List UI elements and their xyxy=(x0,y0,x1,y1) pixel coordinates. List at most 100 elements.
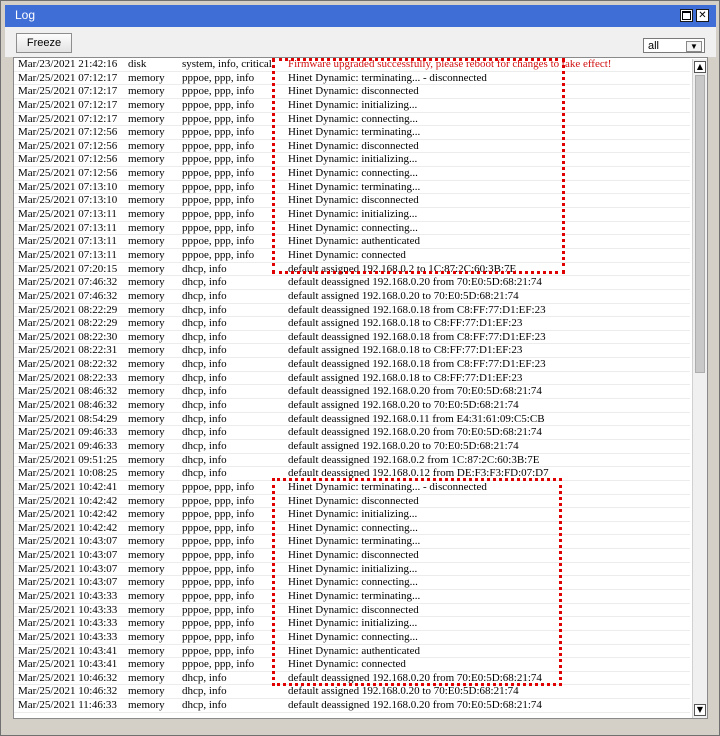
log-row[interactable]: Mar/25/2021 10:43:33 memory pppoe, ppp, in… xyxy=(14,617,690,631)
log-row[interactable]: Mar/25/2021 08:54:29 memory dhcp, info defa… xyxy=(14,413,690,427)
log-row[interactable]: Mar/25/2021 07:13:10 memory pppoe, ppp, in… xyxy=(14,194,690,209)
log-row[interactable]: Mar/25/2021 10:43:07 memory pppoe, ppp, in… xyxy=(14,576,690,590)
log-row[interactable]: Mar/25/2021 10:42:41 memory pppoe, ppp, in… xyxy=(14,481,690,495)
log-row[interactable]: Mar/25/2021 07:20:15 memory dhcp, info defa… xyxy=(14,263,690,277)
log-buffer: memory xyxy=(128,71,165,84)
log-buffer: memory xyxy=(128,208,165,221)
log-buffer: memory xyxy=(128,303,165,316)
log-buffer: memory xyxy=(128,330,165,343)
log-row[interactable]: Mar/25/2021 07:46:32 memory dhcp, info defa… xyxy=(14,276,690,290)
log-row[interactable]: Mar/25/2021 10:43:07 memory pppoe, ppp, in… xyxy=(14,535,690,550)
log-row[interactable]: Mar/25/2021 07:12:17 memory pppoe, ppp, in… xyxy=(14,72,690,86)
log-row[interactable]: Mar/25/2021 07:13:10 memory pppoe, ppp, in… xyxy=(14,181,690,195)
log-row[interactable]: Mar/25/2021 10:42:42 memory pppoe, ppp, in… xyxy=(14,495,690,509)
scroll-down-button[interactable]: ▼ xyxy=(694,704,706,716)
log-row[interactable]: Mar/25/2021 08:22:32 memory dhcp, info defa… xyxy=(14,358,690,372)
log-topics: pppoe, ppp, info xyxy=(182,480,255,493)
maximize-button[interactable] xyxy=(680,9,693,22)
log-row[interactable]: Mar/25/2021 08:22:33 memory dhcp, info defa… xyxy=(14,372,690,386)
log-row[interactable]: Mar/25/2021 08:46:32 memory dhcp, info defa… xyxy=(14,399,690,413)
log-buffer: memory xyxy=(128,549,165,562)
log-topics: dhcp, info xyxy=(182,276,227,289)
log-buffer: memory xyxy=(128,126,165,139)
log-row[interactable]: Mar/25/2021 07:12:56 memory pppoe, ppp, in… xyxy=(14,140,690,154)
log-time: Mar/25/2021 07:12:17 xyxy=(18,98,118,111)
log-message: Hinet Dynamic: initializing... xyxy=(288,208,418,221)
log-buffer: memory xyxy=(128,508,165,521)
log-row[interactable]: Mar/25/2021 07:12:56 memory pppoe, ppp, in… xyxy=(14,126,690,140)
log-time: Mar/25/2021 08:22:31 xyxy=(18,344,118,357)
log-row[interactable]: Mar/25/2021 08:22:29 memory dhcp, info defa… xyxy=(14,317,690,331)
vertical-scrollbar[interactable]: ▲ ▼ xyxy=(692,59,707,718)
log-row[interactable]: Mar/25/2021 11:46:33 memory dhcp, info defa… xyxy=(14,699,690,713)
log-rows: Mar/23/2021 21:42:16 disk system, info, cr… xyxy=(14,58,690,718)
freeze-button[interactable]: Freeze xyxy=(16,33,72,53)
log-row[interactable]: Mar/25/2021 09:46:33 memory dhcp, info defa… xyxy=(14,440,690,454)
log-message: Hinet Dynamic: disconnected xyxy=(288,549,419,562)
log-row[interactable]: Mar/25/2021 08:22:30 memory dhcp, info defa… xyxy=(14,331,690,345)
chevron-down-icon[interactable]: ▼ xyxy=(686,41,702,52)
topic-filter-select[interactable]: all ▼ xyxy=(643,38,705,53)
log-buffer: memory xyxy=(128,153,165,166)
log-row[interactable]: Mar/25/2021 10:08:25 memory dhcp, info defa… xyxy=(14,467,690,481)
log-row[interactable]: Mar/25/2021 10:43:33 memory pppoe, ppp, in… xyxy=(14,590,690,604)
maximize-icon xyxy=(682,11,691,20)
log-row[interactable]: Mar/25/2021 07:12:56 memory pppoe, ppp, in… xyxy=(14,153,690,168)
log-message: default assigned 192.168.0.20 to 70:E0:5… xyxy=(288,439,519,452)
log-message: Hinet Dynamic: connecting... xyxy=(288,112,418,125)
log-time: Mar/25/2021 10:43:33 xyxy=(18,589,118,602)
log-row[interactable]: Mar/25/2021 10:43:07 memory pppoe, ppp, in… xyxy=(14,549,690,563)
log-row[interactable]: Mar/25/2021 10:42:42 memory pppoe, ppp, in… xyxy=(14,508,690,522)
log-row[interactable]: Mar/25/2021 09:46:33 memory dhcp, info defa… xyxy=(14,426,690,440)
log-row[interactable]: Mar/25/2021 10:43:07 memory pppoe, ppp, in… xyxy=(14,563,690,577)
log-row[interactable]: Mar/25/2021 07:12:17 memory pppoe, ppp, in… xyxy=(14,113,690,127)
log-row[interactable]: Mar/25/2021 07:13:11 memory pppoe, ppp, in… xyxy=(14,208,690,222)
log-buffer: memory xyxy=(128,412,165,425)
log-topics: pppoe, ppp, info xyxy=(182,630,255,643)
log-buffer: memory xyxy=(128,358,165,371)
log-row[interactable]: Mar/25/2021 10:46:32 memory dhcp, info defa… xyxy=(14,672,690,686)
log-message: default deassigned 192.168.0.20 from 70:… xyxy=(288,671,542,684)
log-row[interactable]: Mar/25/2021 08:46:32 memory dhcp, info defa… xyxy=(14,385,690,400)
log-time: Mar/25/2021 10:08:25 xyxy=(18,467,118,480)
log-row[interactable]: Mar/25/2021 10:46:32 memory dhcp, info defa… xyxy=(14,685,690,700)
log-window: Log ✕ Freeze all ▼ Mar/23/2021 21:42:16 d… xyxy=(0,0,720,736)
log-buffer: memory xyxy=(128,589,165,602)
log-buffer: memory xyxy=(128,180,165,193)
log-row[interactable]: Mar/25/2021 10:43:41 memory pppoe, ppp, in… xyxy=(14,645,690,659)
scroll-up-button[interactable]: ▲ xyxy=(694,61,706,73)
log-row[interactable]: Mar/25/2021 07:12:56 memory pppoe, ppp, in… xyxy=(14,167,690,181)
log-time: Mar/25/2021 08:22:33 xyxy=(18,371,118,384)
log-row[interactable]: Mar/25/2021 10:43:41 memory pppoe, ppp, in… xyxy=(14,658,690,672)
log-time: Mar/25/2021 10:42:41 xyxy=(18,480,118,493)
log-row[interactable]: Mar/25/2021 07:13:11 memory pppoe, ppp, in… xyxy=(14,235,690,249)
log-message: Hinet Dynamic: terminating... xyxy=(288,535,421,548)
close-button[interactable]: ✕ xyxy=(696,9,709,22)
log-message: Hinet Dynamic: initializing... xyxy=(288,617,418,630)
log-row[interactable]: Mar/25/2021 07:13:11 memory pppoe, ppp, in… xyxy=(14,222,690,236)
log-message: Hinet Dynamic: connected xyxy=(288,248,406,261)
log-row[interactable]: Mar/25/2021 10:43:33 memory pppoe, ppp, in… xyxy=(14,604,690,618)
log-row[interactable]: Mar/25/2021 10:43:33 memory pppoe, ppp, in… xyxy=(14,631,690,645)
log-message: Hinet Dynamic: terminating... - disconne… xyxy=(288,71,487,84)
log-topics: pppoe, ppp, info xyxy=(182,98,255,111)
log-time: Mar/25/2021 10:43:33 xyxy=(18,617,118,630)
log-row[interactable]: Mar/25/2021 08:22:31 memory dhcp, info defa… xyxy=(14,344,690,359)
log-buffer: memory xyxy=(128,644,165,657)
log-topics: pppoe, ppp, info xyxy=(182,126,255,139)
scrollbar-thumb[interactable] xyxy=(695,75,705,373)
log-message: default assigned 192.168.0.18 to C8:FF:7… xyxy=(288,317,523,330)
window-title: Log xyxy=(15,8,36,22)
log-buffer: memory xyxy=(128,317,165,330)
log-row[interactable]: Mar/25/2021 09:51:25 memory dhcp, info defa… xyxy=(14,454,690,468)
log-row[interactable]: Mar/25/2021 07:12:17 memory pppoe, ppp, in… xyxy=(14,99,690,113)
log-message: Hinet Dynamic: terminating... xyxy=(288,180,421,193)
log-row[interactable]: Mar/25/2021 10:42:42 memory pppoe, ppp, in… xyxy=(14,522,690,536)
log-row[interactable]: Mar/25/2021 07:13:11 memory pppoe, ppp, in… xyxy=(14,249,690,263)
log-row[interactable]: Mar/25/2021 07:12:17 memory pppoe, ppp, in… xyxy=(14,85,690,99)
log-row[interactable]: Mar/25/2021 08:22:29 memory dhcp, info defa… xyxy=(14,304,690,318)
log-time: Mar/25/2021 10:42:42 xyxy=(18,494,118,507)
title-bar: Log ✕ xyxy=(5,5,716,27)
log-row[interactable]: Mar/25/2021 07:46:32 memory dhcp, info defa… xyxy=(14,290,690,304)
log-row[interactable]: Mar/23/2021 21:42:16 disk system, info, cr… xyxy=(14,58,690,72)
